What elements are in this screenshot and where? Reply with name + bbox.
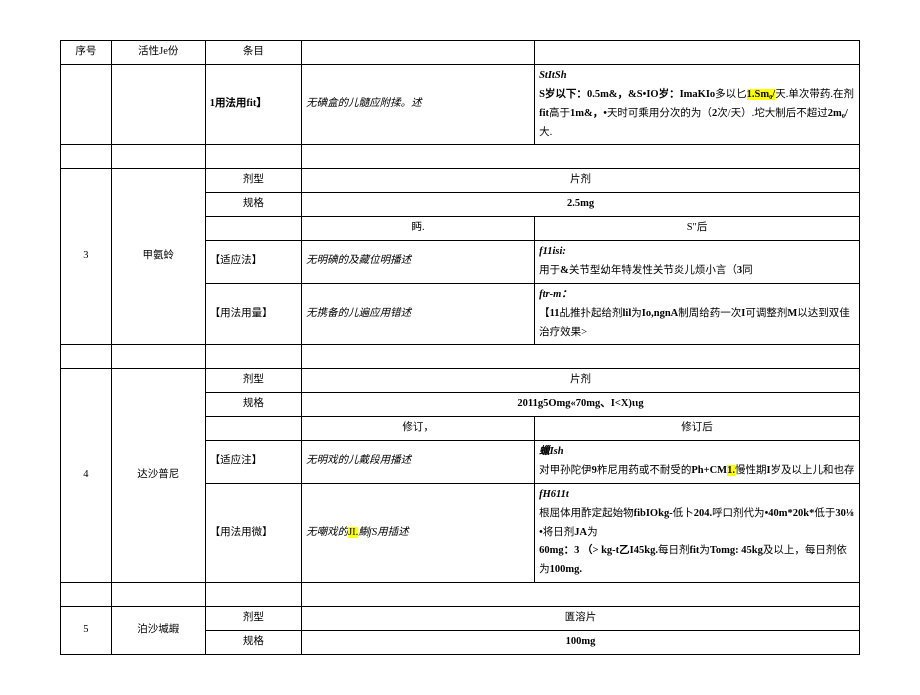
type-value: 片剂 — [302, 369, 860, 393]
col-after — [535, 41, 860, 65]
col-before — [302, 41, 535, 65]
split-after: S"后 — [535, 217, 860, 241]
col-seq: 序号 — [61, 41, 112, 65]
usage-before: 无携备的儿遍应用错述 — [302, 283, 535, 345]
col-item: 条目 — [205, 41, 301, 65]
table-row: 1用法用fit】 无碘盒的儿髓应附揉。述 StItSh S岁以下：0.5m&，&… — [61, 64, 860, 145]
usage-label: 【用法用量】 — [205, 283, 301, 345]
before-cell: 无碘盒的儿髓应附揉。述 — [302, 64, 535, 145]
indication-after: f11isi: 用于&关节型幼年特发性关节炎儿烦小言（3同 — [535, 241, 860, 284]
split-before: 眄. — [302, 217, 535, 241]
table-row: 5 泊沙堿嘏 剂型 匱溶片 — [61, 607, 860, 631]
table-row — [61, 583, 860, 607]
usage-after: fH611t 根屈体用酢定起始物fibIOkg-低卜204.呼口剂代为•40m*… — [535, 483, 860, 582]
seq-cell: 4 — [61, 369, 112, 583]
table-row — [61, 145, 860, 169]
type-label: 剂型 — [205, 607, 301, 631]
indication-before: 无明碘的及藏位明播述 — [302, 241, 535, 284]
usage-before: 无嘲戏的JI.鯯ʃS用插述 — [302, 483, 535, 582]
spec-value: 2011g5Omg«70mg、I<X)ιιg — [302, 393, 860, 417]
indication-before: 无明戏的儿戴段用播述 — [302, 441, 535, 484]
header-row: 序号 活性Je份 条目 — [61, 41, 860, 65]
indication-label: 【适应注】 — [205, 441, 301, 484]
item-cell: 1用法用fit】 — [205, 64, 301, 145]
usage-after: ftr-m： 【11乩推扑起给剂lil为Io,ngnA制周给药一次I可调整剂M以… — [535, 283, 860, 345]
split-before: 修订， — [302, 417, 535, 441]
seq-cell: 3 — [61, 169, 112, 345]
type-label: 剂型 — [205, 169, 301, 193]
spec-label: 规格 — [205, 193, 301, 217]
seq-cell: 5 — [61, 607, 112, 655]
active-cell: 达沙普尼 — [111, 369, 205, 583]
indication-after: 蠟Ish 对甲孙陀伊9柞尼用药或不耐受的Ph+CM1.慢性期I岁及以上儿和也存 — [535, 441, 860, 484]
usage-label: 【用法用微】 — [205, 483, 301, 582]
table-row: 4 达沙普尼 剂型 片剂 — [61, 369, 860, 393]
type-value: 片剂 — [302, 169, 860, 193]
split-after: 修订后 — [535, 417, 860, 441]
spec-label: 规格 — [205, 393, 301, 417]
type-value: 匱溶片 — [302, 607, 860, 631]
table-row: 3 甲氨蛉 剂型 片剂 — [61, 169, 860, 193]
table-row — [61, 345, 860, 369]
type-label: 剂型 — [205, 369, 301, 393]
spec-value: 2.5mg — [302, 193, 860, 217]
col-active: 活性Je份 — [111, 41, 205, 65]
active-cell: 甲氨蛉 — [111, 169, 205, 345]
active-cell: 泊沙堿嘏 — [111, 607, 205, 655]
after-cell: StItSh S岁以下：0.5m&，&S•IO岁：ImaKIo多以匕1.Sm₀/… — [535, 64, 860, 145]
data-table: 序号 活性Je份 条目 1用法用fit】 无碘盒的儿髓应附揉。述 StItSh … — [60, 40, 860, 655]
indication-label: 【适应法】 — [205, 241, 301, 284]
